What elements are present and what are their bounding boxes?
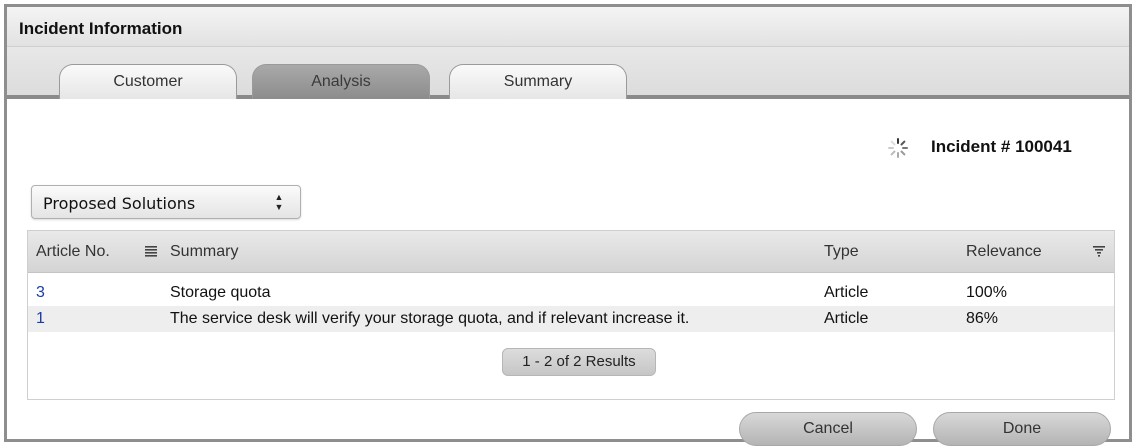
tab-analysis[interactable]: Analysis [252,64,430,99]
column-header-relevance[interactable]: Relevance [966,243,1042,261]
table-row[interactable]: 3 Storage quota Article 100% [28,280,1114,306]
article-number-link[interactable]: 3 [36,284,45,302]
incident-number: Incident # 100041 [931,137,1072,156]
tab-summary[interactable]: Summary [449,64,627,99]
summary-cell: The service desk will verify your storag… [170,310,690,327]
tab-customer[interactable]: Customer [59,64,237,99]
pagination-results: 1 - 2 of 2 Results [502,348,656,376]
table-header: Article No. Summary Type Relevance [28,231,1114,273]
tab-strip: Customer Analysis Summary [7,47,1129,99]
done-button[interactable]: Done [933,412,1111,446]
view-select-value: Proposed Solutions [43,194,196,213]
type-cell: Article [824,284,869,301]
summary-cell: Storage quota [170,284,271,301]
type-cell: Article [824,310,869,327]
article-number-link[interactable]: 1 [36,310,45,328]
column-header-type[interactable]: Type [824,243,859,261]
table-row[interactable]: 1 The service desk will verify your stor… [28,306,1114,332]
loading-spinner-icon [888,138,908,158]
panel-title: Incident Information [19,19,183,38]
incident-information-panel: Incident Information Customer Analysis S… [4,4,1132,446]
panel-titlebar: Incident Information [7,7,1129,47]
cancel-button[interactable]: Cancel [739,412,917,446]
column-header-summary[interactable]: Summary [170,243,238,261]
relevance-cell: 100% [966,284,1007,301]
view-select[interactable]: Proposed Solutions ▲ ▼ [31,185,301,219]
relevance-cell: 86% [966,310,999,327]
select-arrows-icon: ▲ ▼ [274,192,284,212]
column-menu-icon[interactable] [144,244,158,258]
proposed-solutions-table: Article No. Summary Type Relevance 3 Sto… [27,230,1115,400]
column-header-article-no[interactable]: Article No. [36,243,110,261]
filter-icon[interactable] [1092,244,1106,258]
